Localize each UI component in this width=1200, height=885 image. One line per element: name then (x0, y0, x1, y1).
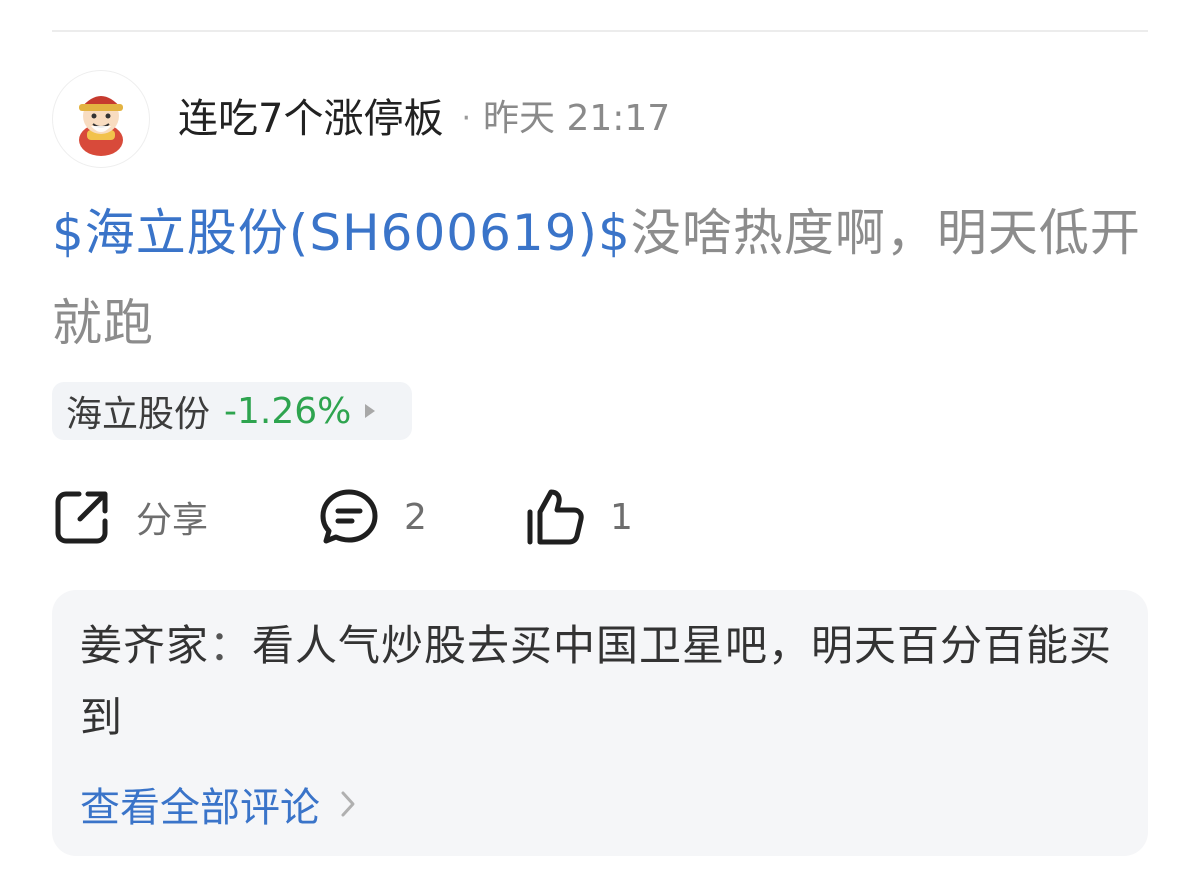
post-header: 连吃7个涨停板 · 昨天 21:17 (52, 70, 670, 168)
view-all-comments-link[interactable]: 查看全部评论 (80, 768, 356, 840)
like-count: 1 (610, 496, 633, 538)
share-label: 分享 (136, 500, 209, 541)
comment-icon (320, 489, 378, 544)
chevron-right-icon (341, 791, 355, 817)
comment-separator: ： (209, 621, 253, 670)
meta-separator: · (461, 101, 471, 136)
avatar[interactable] (52, 70, 150, 168)
stock-chip-change: -1.26% (224, 390, 352, 432)
avatar-illustration (79, 96, 123, 156)
stock-chip[interactable]: 海立股份 -1.26% (52, 382, 412, 440)
thumbs-up-icon (527, 489, 584, 545)
stock-link[interactable]: $海立股份(SH600619)$ (52, 204, 631, 262)
top-divider (52, 30, 1148, 32)
like-button[interactable]: 1 (524, 485, 633, 549)
action-bar: 分享 2 1 (52, 485, 752, 549)
triangle-right-icon (365, 404, 376, 418)
comment-preview: 姜齐家：看人气炒股去买中国卫星吧，明天百分百能买到 查看全部评论 (52, 590, 1148, 856)
share-icon (55, 491, 108, 544)
view-all-comments-label: 查看全部评论 (80, 785, 320, 831)
stock-chip-name: 海立股份 (66, 394, 211, 435)
author-name[interactable]: 连吃7个涨停板 (178, 99, 443, 139)
comment-count: 2 (404, 496, 427, 538)
comment-author[interactable]: 姜齐家 (80, 621, 209, 670)
share-button[interactable]: 分享 (52, 485, 208, 549)
comment-item: 姜齐家：看人气炒股去买中国卫星吧，明天百分百能买到 (80, 610, 1120, 754)
comment-button[interactable]: 2 (318, 485, 427, 549)
post-content: $海立股份(SH600619)$没啥热度啊，明天低开就跑 (52, 188, 1148, 368)
post-time: 昨天 21:17 (483, 98, 671, 139)
